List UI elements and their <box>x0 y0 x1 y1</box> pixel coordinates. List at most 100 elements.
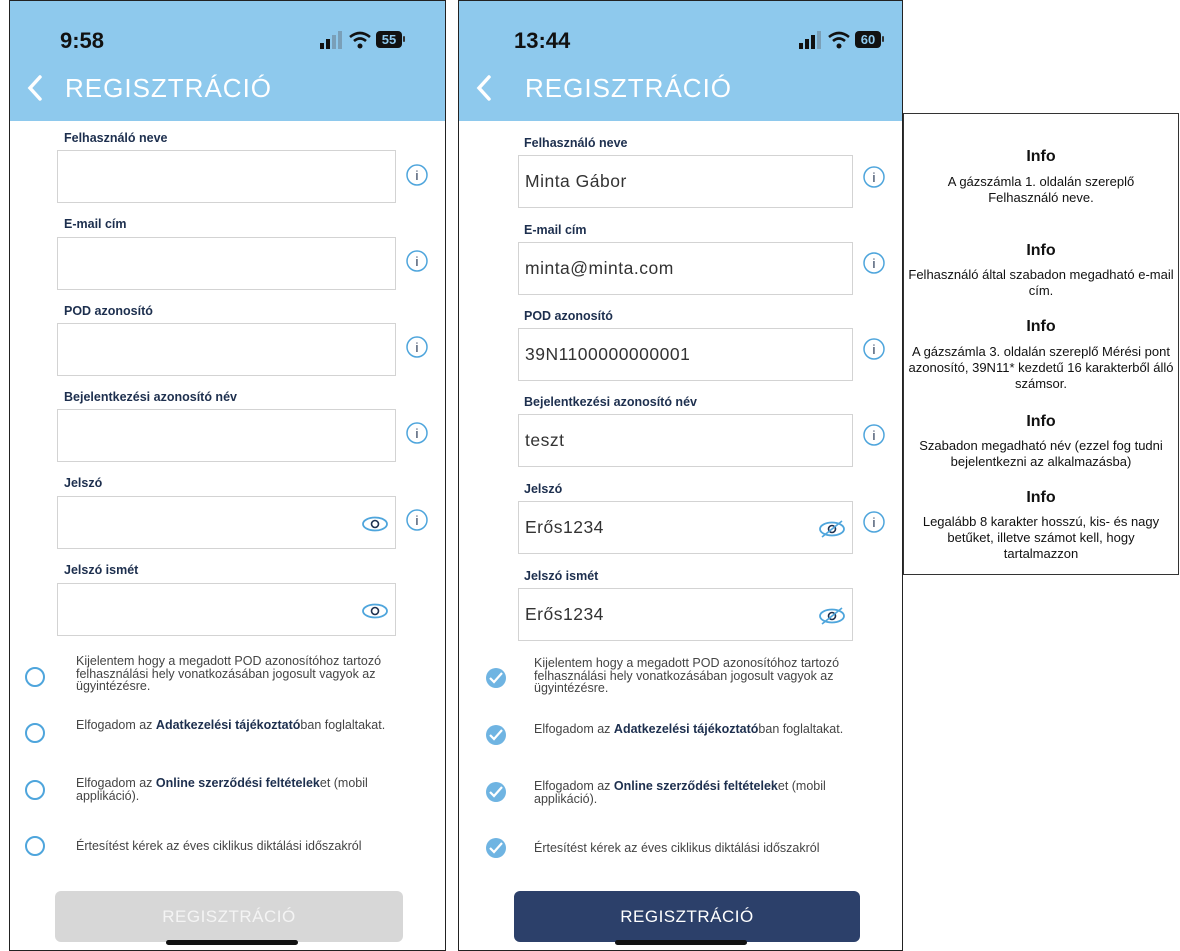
info-icon[interactable]: i <box>863 252 885 274</box>
info-title: Info <box>1026 242 1056 259</box>
check-icon <box>489 842 503 854</box>
status-time: 13:44 <box>514 28 571 53</box>
password-label: Jelszó <box>64 476 103 490</box>
info-text-username: A gázszámla 1. oldalán szereplő Felhaszn… <box>947 174 1135 205</box>
home-indicator <box>166 940 298 945</box>
check-icon <box>489 672 503 684</box>
terms-checkbox[interactable] <box>486 782 506 802</box>
info-text-password: Legalább 8 karakter hosszú, kis- és nagy… <box>922 514 1160 561</box>
info-icon[interactable]: i <box>406 509 428 531</box>
svg-text:i: i <box>416 254 419 269</box>
terms-checkbox[interactable] <box>25 780 45 800</box>
info-icon[interactable]: i <box>863 424 885 446</box>
back-chevron-icon[interactable] <box>473 74 495 102</box>
eye-slash-icon[interactable] <box>818 520 846 538</box>
header-bar: 13:44 60 REGISZTRÁCIÓ <box>459 1 902 121</box>
info-text-login-name: Szabadon megadható név (ezzel fog tudni … <box>919 438 1163 469</box>
pod-consent-checkbox[interactable] <box>486 668 506 688</box>
info-text-pod: A gázszámla 3. oldalán szereplő Mérési p… <box>908 344 1174 391</box>
phone-screen-filled-form: 13:44 60 REGISZTRÁCIÓ Felhasználó neve M… <box>458 0 903 951</box>
page-title: REGISZTRÁCIÓ <box>525 73 733 103</box>
privacy-link[interactable]: Adatkezelési tájékoztató <box>156 718 301 732</box>
info-title: Info <box>1026 489 1056 506</box>
info-title: Info <box>1026 148 1056 165</box>
login-name-field[interactable]: teszt <box>518 414 853 467</box>
notification-checkbox[interactable] <box>25 836 45 856</box>
privacy-checkbox[interactable] <box>25 723 45 743</box>
password-repeat-label: Jelszó ismét <box>64 563 139 577</box>
header-bar: 9:58 55 REGISZTRÁCIÓ <box>10 1 445 121</box>
terms-link[interactable]: Online szerződési feltételek <box>614 779 778 793</box>
svg-text:i: i <box>873 170 876 185</box>
register-button[interactable]: REGISZTRÁCIÓ <box>514 891 860 942</box>
login-name-field[interactable] <box>57 409 396 462</box>
notification-text: Értesítést kérek az éves ciklikus diktál… <box>76 839 362 853</box>
terms-text: Elfogadom az Online szerződési feltétele… <box>76 776 368 803</box>
username-label: Felhasználó neve <box>64 131 168 145</box>
info-text-email: Felhasználó által szabadon megadható e-m… <box>908 267 1174 298</box>
info-icon[interactable]: i <box>863 166 885 188</box>
email-field[interactable]: minta@minta.com <box>518 242 853 295</box>
pod-field[interactable] <box>57 323 396 376</box>
status-time: 9:58 <box>60 28 105 53</box>
battery-nub <box>882 36 884 42</box>
email-label: E-mail cím <box>64 217 127 231</box>
info-icon[interactable]: i <box>863 338 885 360</box>
check-icon <box>489 786 503 798</box>
login-name-label: Bejelentkezési azonosító név <box>64 390 237 404</box>
back-chevron-icon[interactable] <box>24 74 46 102</box>
home-indicator <box>615 940 747 945</box>
svg-text:i: i <box>416 168 419 183</box>
status-icons: 55 <box>320 30 420 50</box>
svg-text:i: i <box>873 515 876 530</box>
pod-consent-checkbox[interactable] <box>25 667 45 687</box>
register-button[interactable]: REGISZTRÁCIÓ <box>55 891 403 942</box>
info-icon[interactable]: i <box>406 336 428 358</box>
terms-text: Elfogadom az Online szerződési feltétele… <box>534 779 826 806</box>
privacy-link[interactable]: Adatkezelési tájékoztató <box>614 722 759 736</box>
eye-icon[interactable] <box>361 515 389 533</box>
password-repeat-field[interactable]: Erős1234 <box>518 588 853 641</box>
battery-icon: 55 <box>376 31 402 48</box>
svg-text:i: i <box>416 340 419 355</box>
privacy-text: Elfogadom az Adatkezelési tájékoztatóban… <box>534 722 844 736</box>
username-field[interactable]: Minta Gábor <box>518 155 853 208</box>
pod-field[interactable]: 39N1100000000001 <box>518 328 853 381</box>
pod-label: POD azonosító <box>64 304 153 318</box>
info-icon[interactable]: i <box>406 250 428 272</box>
wifi-icon <box>828 31 850 49</box>
terms-link[interactable]: Online szerződési feltételek <box>156 776 320 790</box>
pod-consent-text: Kijelentem hogy a megadott POD azonosító… <box>76 654 382 693</box>
battery-nub <box>403 36 405 42</box>
svg-text:i: i <box>416 426 419 441</box>
login-name-label: Bejelentkezési azonosító név <box>524 395 697 409</box>
password-field[interactable]: Erős1234 <box>518 501 853 554</box>
email-label: E-mail cím <box>524 223 587 237</box>
svg-text:i: i <box>416 513 419 528</box>
check-icon <box>489 729 503 741</box>
password-field[interactable] <box>57 496 396 549</box>
password-repeat-field[interactable] <box>57 583 396 636</box>
signal-icon <box>320 31 342 49</box>
notification-checkbox[interactable] <box>486 838 506 858</box>
email-field[interactable] <box>57 237 396 290</box>
username-label: Felhasználó neve <box>524 136 628 150</box>
eye-slash-icon[interactable] <box>818 607 846 625</box>
info-icon[interactable]: i <box>863 511 885 533</box>
svg-text:i: i <box>873 342 876 357</box>
info-icon[interactable]: i <box>406 422 428 444</box>
privacy-checkbox[interactable] <box>486 725 506 745</box>
status-icons: 60 <box>799 30 899 50</box>
privacy-text: Elfogadom az Adatkezelési tájékoztatóban… <box>76 718 386 732</box>
info-icon[interactable]: i <box>406 164 428 186</box>
username-field[interactable] <box>57 150 396 203</box>
info-tooltips-panel: Info A gázszámla 1. oldalán szereplő Fel… <box>903 113 1179 575</box>
pod-consent-text: Kijelentem hogy a megadott POD azonosító… <box>534 656 840 695</box>
battery-icon: 60 <box>855 31 881 48</box>
info-title: Info <box>1026 318 1056 335</box>
pod-label: POD azonosító <box>524 309 613 323</box>
password-label: Jelszó <box>524 482 563 496</box>
eye-icon[interactable] <box>361 602 389 620</box>
svg-text:i: i <box>873 428 876 443</box>
page-title: REGISZTRÁCIÓ <box>65 73 273 103</box>
